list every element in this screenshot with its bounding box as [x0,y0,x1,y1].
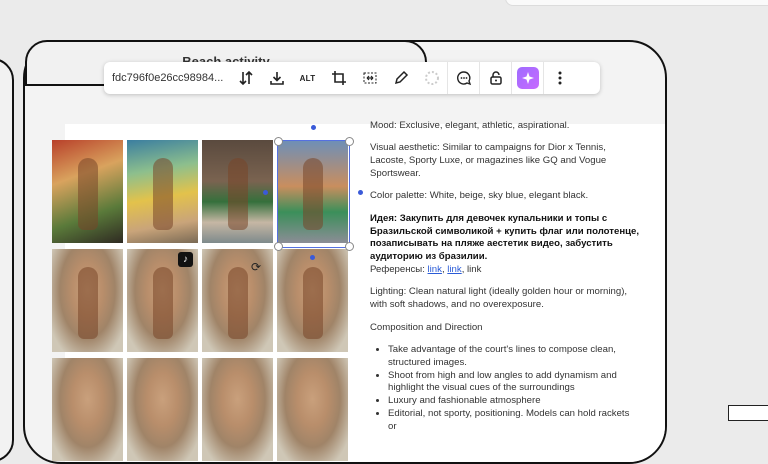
pencil-icon[interactable] [385,62,416,94]
reference-link-2[interactable]: link [447,264,461,275]
image-toolbar: fdc796f0e26cc98984... ALT [104,62,600,94]
photo-10[interactable] [127,358,198,461]
model-figure [78,158,98,230]
reference-link-3[interactable]: link [467,264,481,275]
more-icon[interactable] [544,62,575,94]
comment-icon[interactable] [448,62,479,94]
list-item: Luxury and fashionable atmosphere [388,395,640,408]
top-panel [505,0,768,6]
model-figure [153,158,173,230]
sort-icon[interactable] [230,62,261,94]
idea-text: Идея: Закупить для девочек купальники и … [370,212,640,263]
ai-button[interactable] [512,62,543,94]
resize-handle-br[interactable] [345,242,354,251]
fit-icon[interactable] [354,62,385,94]
mood-text: Mood: Exclusive, elegant, athletic, aspi… [370,120,570,131]
model-figure [228,158,248,230]
list-item: Editorial, not sporty, positioning. Mode… [388,408,640,434]
photo-11[interactable] [202,358,273,461]
connector-dot-bottom[interactable] [310,255,315,260]
adjacent-board-edge [0,58,14,462]
model-figure [228,267,248,339]
composition-list: Take advantage of the court's lines to c… [370,344,640,434]
alt-text-button[interactable]: ALT [292,62,323,94]
model-figure [303,267,323,339]
download-icon[interactable] [261,62,292,94]
model-figure [153,267,173,339]
list-item: Take advantage of the court's lines to c… [388,344,640,370]
loading-icon [416,62,447,94]
rotate-handle[interactable] [311,125,316,130]
composition-heading: Composition and Direction [370,321,483,333]
connector-dot-right[interactable] [358,190,363,195]
palette-text: Color palette: White, beige, sky blue, e… [370,190,589,202]
aesthetic-text: Visual aesthetic: Similar to campaigns f… [370,142,607,179]
ai-sparkle-icon [516,67,539,89]
selected-photo-frame[interactable] [277,140,350,248]
photo-9[interactable] [52,358,123,461]
connector-dot-left[interactable] [263,190,268,195]
photo-7[interactable] [202,249,273,352]
photo-5[interactable] [52,249,123,352]
lighting-text: Lighting: Clean natural light (ideally g… [370,286,628,311]
refs-label: Референсы: [370,263,428,275]
cursor-icon: ⟳ [251,260,262,274]
photo-8[interactable] [277,249,348,352]
tiktok-icon[interactable]: ♪ [178,252,193,267]
corner-panel [728,405,768,421]
resize-handle-bl[interactable] [274,242,283,251]
asset-id[interactable]: fdc796f0e26cc98984... [104,72,230,84]
brief-text[interactable]: Mood: Exclusive, elegant, athletic, aspi… [370,120,640,434]
model-figure [78,267,98,339]
resize-handle-tr[interactable] [345,137,354,146]
crop-icon[interactable] [323,62,354,94]
photo-2[interactable] [127,140,198,243]
photo-1[interactable] [52,140,123,243]
list-item: Shoot from high and low angles to add dy… [388,370,640,396]
photo-12[interactable] [277,358,348,461]
reference-link-1[interactable]: link [428,264,442,275]
unlock-icon[interactable] [480,62,511,94]
resize-handle-tl[interactable] [274,137,283,146]
